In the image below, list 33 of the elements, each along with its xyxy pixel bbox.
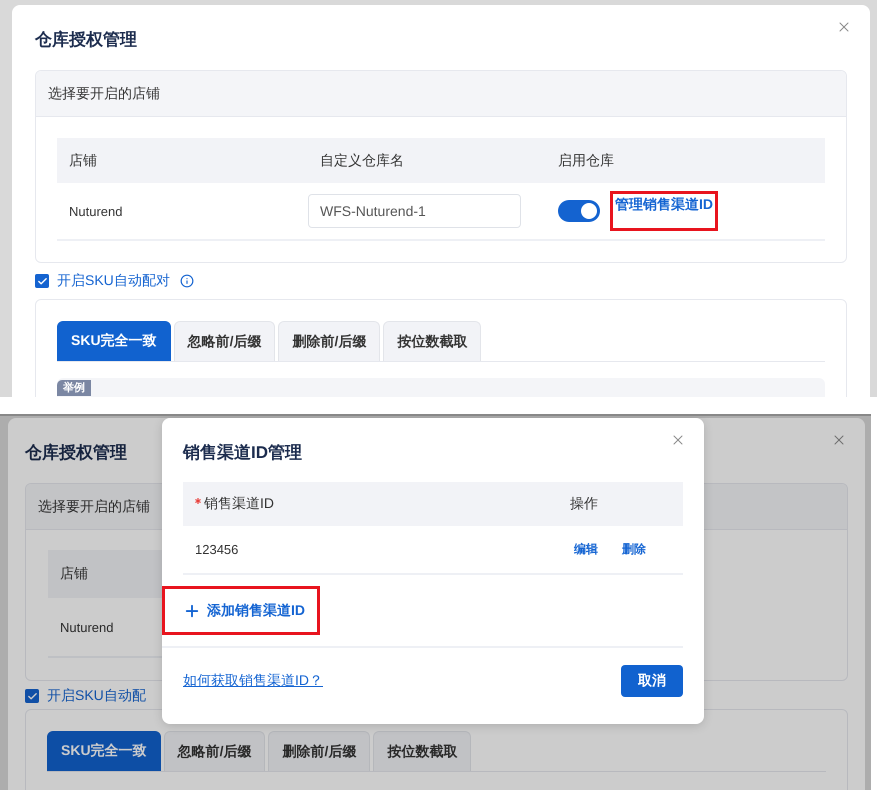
dialog-title: 销售渠道ID管理 (183, 442, 302, 464)
help-link[interactable]: 如何获取销售渠道ID？ (183, 672, 323, 690)
tab[interactable]: SKU完全一致 (47, 731, 161, 771)
cancel-button[interactable]: 取消 (621, 665, 683, 697)
tab[interactable]: 忽略前/后缀 (174, 321, 276, 361)
action-link[interactable]: 删除 (622, 541, 646, 558)
manage-channel-link[interactable]: 管理销售渠道ID (615, 196, 713, 214)
action-link[interactable]: 编辑 (574, 541, 598, 558)
tab[interactable]: 删除前/后缀 (268, 731, 370, 771)
table-cell: 123456 (183, 526, 558, 575)
tab[interactable]: SKU完全一致 (57, 321, 171, 361)
check-icon (26, 690, 38, 702)
toggle-switch[interactable] (558, 200, 600, 222)
dialog-title: 仓库授权管理 (25, 442, 127, 464)
column-header: 操作 (570, 495, 598, 513)
dialog-title: 仓库授权管理 (35, 29, 137, 51)
checkbox[interactable] (25, 689, 39, 703)
check-icon (36, 276, 48, 286)
warehouse-name-field[interactable]: WFS-Nuturend-1 (308, 194, 521, 228)
column-header: 自定义仓库名 (308, 138, 546, 183)
tab[interactable]: 删除前/后缀 (278, 321, 380, 361)
tab[interactable]: 按位数截取 (383, 321, 482, 361)
tab[interactable]: 忽略前/后缀 (164, 731, 266, 771)
example-badge: 举例 (57, 380, 91, 396)
checkbox[interactable] (35, 274, 49, 288)
info-icon[interactable] (180, 274, 194, 288)
column-header: 销售渠道ID (204, 495, 274, 513)
checkbox-label: 开启SKU自动配 (47, 687, 146, 705)
checkbox-label: 开启SKU自动配对 (57, 272, 170, 290)
tab[interactable]: 按位数截取 (373, 731, 472, 771)
section-title: 选择要开启的店铺 (36, 71, 846, 117)
column-header: 启用仓库 (546, 138, 825, 183)
column-header: 店铺 (57, 138, 308, 183)
